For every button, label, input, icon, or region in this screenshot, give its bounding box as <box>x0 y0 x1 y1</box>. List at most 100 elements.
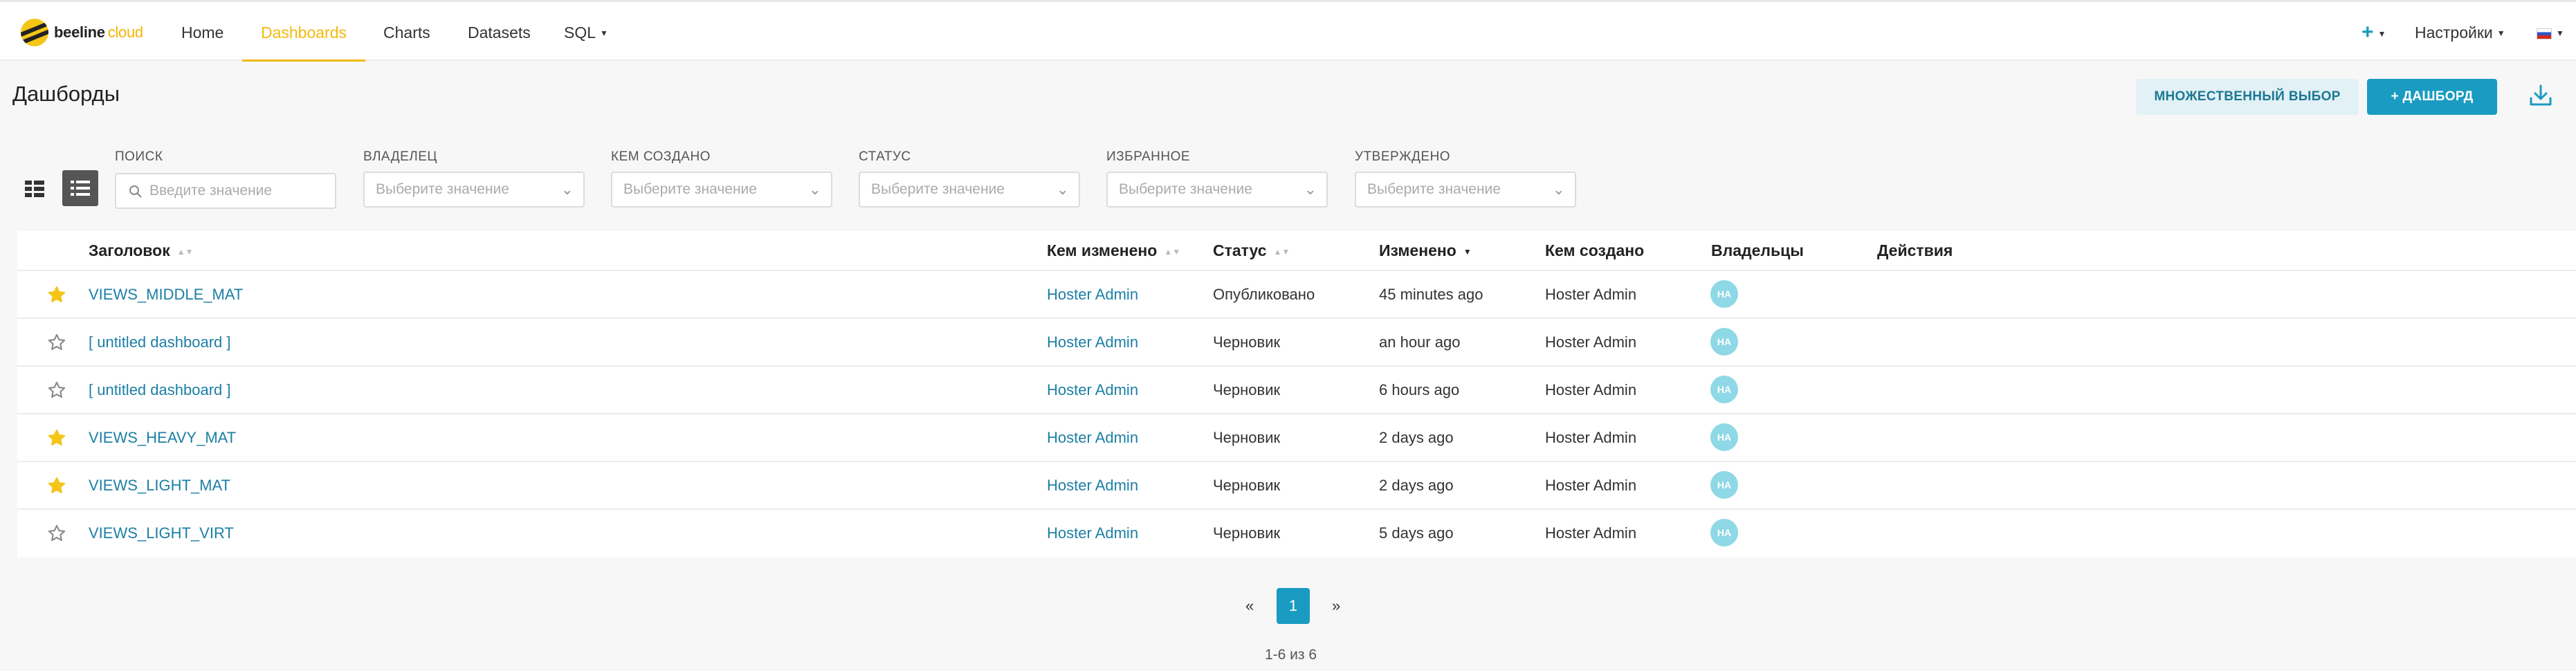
dashboard-title-link[interactable]: VIEWS_HEAVY_MAT <box>89 414 236 461</box>
modified-cell: an hour ago <box>1379 333 1461 351</box>
column-header-actions: Действия <box>1877 241 1953 259</box>
owner-avatar[interactable]: HA <box>1710 280 1738 308</box>
dashboard-title-link[interactable]: VIEWS_LIGHT_VIRT <box>89 510 234 556</box>
dashboard-title-link[interactable]: [ untitled dashboard ] <box>89 367 230 413</box>
created-by-select[interactable]: Выберите значение ⌄ <box>611 172 832 208</box>
import-icon[interactable] <box>2527 82 2555 109</box>
star-outline-icon[interactable] <box>47 333 66 352</box>
column-header-owners: Владельцы <box>1711 241 1804 259</box>
nav-item-sql[interactable]: SQL ▼ <box>564 2 608 62</box>
modified-by-link[interactable]: Hoster Admin <box>1047 367 1138 413</box>
modified-by-link[interactable]: Hoster Admin <box>1047 510 1138 556</box>
owner-avatar[interactable]: HA <box>1710 328 1738 356</box>
dashboards-table: Заголовок ▲▼ Кем изменено ▲▼ Статус ▲▼ Изме… <box>17 231 2576 558</box>
search-icon <box>129 185 142 198</box>
chevron-down-icon: ⌄ <box>1056 181 1069 198</box>
chevron-down-icon: ⌄ <box>1304 181 1317 198</box>
table-row: VIEWS_LIGHT_VIRT Hoster Admin Черновик 5 da… <box>17 508 2576 556</box>
pagination-summary: 1-6 из 6 <box>1265 647 1317 663</box>
created-by-cell: Hoster Admin <box>1545 333 1637 351</box>
status-cell: Черновик <box>1213 477 1281 494</box>
bulk-select-button[interactable]: МНОЖЕСТВЕННЫЙ ВЫБОР <box>2136 79 2359 115</box>
modified-by-link[interactable]: Hoster Admin <box>1047 462 1138 508</box>
pagination-next[interactable]: » <box>1332 588 1340 624</box>
card-view-toggle[interactable] <box>17 170 53 206</box>
created-by-cell: Hoster Admin <box>1545 524 1637 542</box>
favorite-select[interactable]: Выберите значение ⌄ <box>1106 172 1328 208</box>
status-cell: Черновик <box>1213 429 1281 446</box>
search-filter-label: ПОИСК <box>115 149 163 164</box>
sort-icon: ▲▼ <box>176 247 194 257</box>
owner-filter-label: ВЛАДЕЛЕЦ <box>363 149 437 164</box>
list-view-toggle[interactable] <box>62 170 98 206</box>
search-input[interactable]: Введите значение <box>115 173 336 209</box>
plus-icon: + <box>2391 89 2403 104</box>
sort-icon: ▲▼ <box>1164 247 1181 257</box>
table-row: VIEWS_HEAVY_MAT Hoster Admin Черновик 2 day… <box>17 413 2576 461</box>
star-outline-icon[interactable] <box>47 524 66 543</box>
language-menu[interactable]: ▼ <box>2537 2 2564 62</box>
add-dashboard-button[interactable]: + ДАШБОРД <box>2367 79 2497 115</box>
status-select[interactable]: Выберите значение ⌄ <box>859 172 1080 208</box>
modified-cell: 6 hours ago <box>1379 381 1460 398</box>
sort-icon: ▲▼ <box>1273 247 1290 257</box>
chevron-down-icon: ⌄ <box>560 181 574 198</box>
plus-icon: + <box>2362 21 2374 44</box>
chevron-down-icon: ⌄ <box>808 181 821 198</box>
column-header-title[interactable]: Заголовок ▲▼ <box>89 231 193 270</box>
column-header-modified-by[interactable]: Кем изменено ▲▼ <box>1047 231 1180 270</box>
modified-by-link[interactable]: Hoster Admin <box>1047 271 1138 318</box>
brand-logo[interactable]: beeline cloud <box>21 17 143 48</box>
settings-menu[interactable]: Настройки ▼ <box>2415 2 2505 62</box>
ru-flag-icon <box>2537 28 2552 39</box>
favorite-filter-label: ИЗБРАННОЕ <box>1106 149 1191 164</box>
star-outline-icon[interactable] <box>47 380 66 400</box>
table-row: VIEWS_LIGHT_MAT Hoster Admin Черновик 2 day… <box>17 461 2576 508</box>
column-header-status[interactable]: Статус ▲▼ <box>1213 231 1290 270</box>
owner-avatar[interactable]: HA <box>1710 471 1738 499</box>
nav-item-dashboards[interactable]: Dashboards <box>242 2 365 62</box>
owner-avatar[interactable]: HA <box>1710 423 1738 451</box>
certified-filter-label: УТВЕРЖДЕНО <box>1355 149 1451 164</box>
certified-select[interactable]: Выберите значение ⌄ <box>1355 172 1576 208</box>
top-navbar: beeline cloud Home Dashboards Charts Data… <box>0 0 2576 62</box>
table-row: [ untitled dashboard ] Hoster Admin Чернов… <box>17 365 2576 413</box>
modified-cell: 5 days ago <box>1379 524 1454 542</box>
owner-avatar[interactable]: HA <box>1710 519 1738 546</box>
nav-item-home[interactable]: Home <box>181 2 223 62</box>
caret-down-icon: ▼ <box>2556 28 2564 38</box>
modified-cell: 45 minutes ago <box>1379 286 1483 303</box>
column-header-created-by: Кем создано <box>1545 241 1645 259</box>
dashboard-title-link[interactable]: [ untitled dashboard ] <box>89 319 230 365</box>
table-row: [ untitled dashboard ] Hoster Admin Чернов… <box>17 318 2576 365</box>
created-by-filter-label: КЕМ СОЗДАНО <box>611 149 711 164</box>
status-cell: Черновик <box>1213 333 1281 351</box>
status-cell: Черновик <box>1213 381 1281 398</box>
created-by-cell: Hoster Admin <box>1545 429 1637 446</box>
created-by-cell: Hoster Admin <box>1545 381 1637 398</box>
grid-icon <box>25 181 44 197</box>
dashboard-title-link[interactable]: VIEWS_MIDDLE_MAT <box>89 271 243 318</box>
pagination-prev[interactable]: « <box>1245 588 1254 624</box>
column-header-modified[interactable]: Изменено ▼ <box>1379 231 1472 270</box>
star-filled-icon[interactable] <box>47 428 66 448</box>
caret-down-icon: ▼ <box>2496 28 2505 38</box>
owner-select[interactable]: Выберите значение ⌄ <box>363 172 585 208</box>
new-item-menu[interactable]: + ▼ <box>2362 2 2386 62</box>
modified-by-link[interactable]: Hoster Admin <box>1047 414 1138 461</box>
caret-down-icon: ▼ <box>2377 29 2386 39</box>
nav-item-charts[interactable]: Charts <box>383 2 430 62</box>
dashboard-title-link[interactable]: VIEWS_LIGHT_MAT <box>89 462 230 508</box>
owner-avatar[interactable]: HA <box>1710 376 1738 403</box>
nav-item-datasets[interactable]: Datasets <box>468 2 531 62</box>
page-title: Дашборды <box>12 82 120 106</box>
brand-name: beeline cloud <box>54 24 143 41</box>
created-by-cell: Hoster Admin <box>1545 286 1637 303</box>
pagination-page-1[interactable]: 1 <box>1277 588 1310 624</box>
modified-cell: 2 days ago <box>1379 429 1454 446</box>
modified-by-link[interactable]: Hoster Admin <box>1047 319 1138 365</box>
status-cell: Черновик <box>1213 524 1281 542</box>
star-filled-icon[interactable] <box>47 285 66 304</box>
star-filled-icon[interactable] <box>47 476 66 495</box>
created-by-cell: Hoster Admin <box>1545 477 1637 494</box>
